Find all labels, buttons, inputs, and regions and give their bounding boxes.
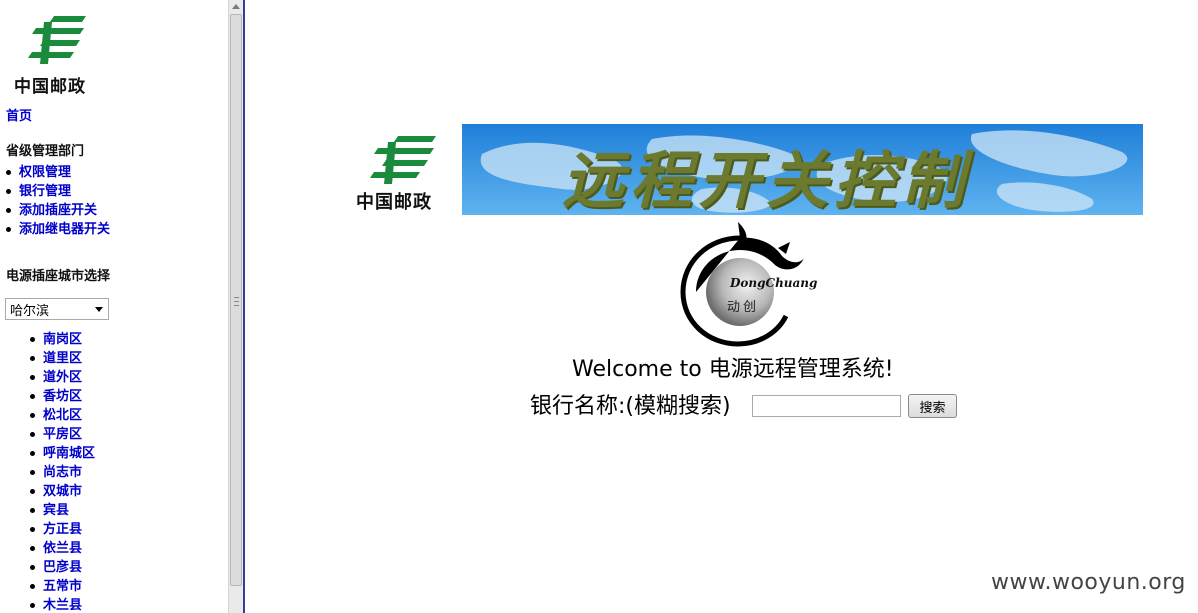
city-section-title: 电源插座城市选择 <box>6 269 111 284</box>
district-link[interactable]: 道外区 <box>43 368 82 387</box>
bullet-icon <box>30 584 35 589</box>
district-link[interactable]: 香坊区 <box>43 387 82 406</box>
logo-text: 中国邮政 <box>14 77 86 97</box>
district-link[interactable]: 松北区 <box>43 406 82 425</box>
bullet-icon <box>30 413 35 418</box>
bullet-icon <box>30 489 35 494</box>
bullet-icon <box>30 394 35 399</box>
district-link[interactable]: 道里区 <box>43 349 82 368</box>
add-relay-switch-link[interactable]: 添加继电器开关 <box>19 220 110 239</box>
welcome-heading: Welcome to 电源远程管理系统! <box>572 357 894 382</box>
search-button[interactable]: 搜索 <box>908 394 957 418</box>
district-item: 香坊区 <box>30 387 95 406</box>
district-item: 道外区 <box>30 368 95 387</box>
district-link[interactable]: 巴彦县 <box>43 558 82 577</box>
district-link[interactable]: 五常市 <box>43 577 82 596</box>
district-item: 依兰县 <box>30 539 95 558</box>
city-select[interactable]: 哈尔滨 <box>5 298 109 320</box>
brand-name-cn: 动创 <box>727 300 760 315</box>
bank-management-link[interactable]: 银行管理 <box>19 182 71 201</box>
admin-menu-item: 银行管理 <box>6 182 110 201</box>
banner-image: 远程开关控制 <box>462 124 1143 215</box>
admin-menu-item: 权限管理 <box>6 163 110 182</box>
grip-icon <box>234 297 239 306</box>
frame-divider[interactable] <box>243 0 248 613</box>
district-link[interactable]: 方正县 <box>43 520 82 539</box>
bank-search-input[interactable] <box>752 395 901 417</box>
district-list: 南岗区 道里区 道外区 香坊区 松北区 平房区 呼南城区 尚志市 双城市 宾县 … <box>30 330 95 613</box>
district-item: 巴彦县 <box>30 558 95 577</box>
district-link[interactable]: 木兰县 <box>43 596 82 613</box>
district-item: 宾县 <box>30 501 95 520</box>
bullet-icon <box>30 565 35 570</box>
admin-menu-item: 添加继电器开关 <box>6 220 110 239</box>
district-link[interactable]: 双城市 <box>43 482 82 501</box>
bullet-icon <box>6 189 11 194</box>
district-item: 木兰县 <box>30 596 95 613</box>
banner-title: 远程开关控制 <box>562 144 971 215</box>
bullet-icon <box>30 356 35 361</box>
banner-logo-text: 中国邮政 <box>356 192 432 213</box>
district-link[interactable]: 宾县 <box>43 501 69 520</box>
admin-menu-item: 添加插座开关 <box>6 201 110 220</box>
bullet-icon <box>30 546 35 551</box>
district-item: 双城市 <box>30 482 95 501</box>
district-item: 南岗区 <box>30 330 95 349</box>
bullet-icon <box>30 432 35 437</box>
district-item: 呼南城区 <box>30 444 95 463</box>
home-link[interactable]: 首页 <box>6 105 32 124</box>
district-item: 尚志市 <box>30 463 95 482</box>
bullet-icon <box>30 337 35 342</box>
bullet-icon <box>30 527 35 532</box>
district-item: 方正县 <box>30 520 95 539</box>
city-select-value: 哈尔滨 <box>10 303 50 319</box>
bullet-icon <box>30 470 35 475</box>
left-nav-frame: 中国邮政 首页 省级管理部门 权限管理 银行管理 添加插座开关 添加继电器开关 … <box>0 0 228 613</box>
district-link[interactable]: 尚志市 <box>43 463 82 482</box>
bank-search-label: 银行名称:(模糊搜索) <box>530 394 731 419</box>
district-item: 道里区 <box>30 349 95 368</box>
district-link[interactable]: 依兰县 <box>43 539 82 558</box>
district-item: 松北区 <box>30 406 95 425</box>
brand-name-en: DongChuang <box>730 276 818 290</box>
district-link[interactable]: 南岗区 <box>43 330 82 349</box>
bullet-icon <box>6 208 11 213</box>
admin-section-title: 省级管理部门 <box>6 144 85 159</box>
bullet-icon <box>30 375 35 380</box>
bullet-icon <box>30 451 35 456</box>
chevron-down-icon <box>95 307 103 312</box>
watermark-text: www.wooyun.org <box>991 570 1186 595</box>
district-link[interactable]: 呼南城区 <box>43 444 95 463</box>
bullet-icon <box>30 603 35 608</box>
bullet-icon <box>6 170 11 175</box>
scrollbar-thumb[interactable] <box>230 14 242 586</box>
bullet-icon <box>6 227 11 232</box>
district-item: 五常市 <box>30 577 95 596</box>
left-frame-scrollbar[interactable] <box>228 0 243 613</box>
add-socket-switch-link[interactable]: 添加插座开关 <box>19 201 97 220</box>
admin-menu: 权限管理 银行管理 添加插座开关 添加继电器开关 <box>6 163 110 239</box>
district-item: 平房区 <box>30 425 95 444</box>
permission-management-link[interactable]: 权限管理 <box>19 163 71 182</box>
bullet-icon <box>30 508 35 513</box>
scroll-up-arrow-icon[interactable] <box>231 0 242 14</box>
browser-frameset: 中国邮政 首页 省级管理部门 权限管理 银行管理 添加插座开关 添加继电器开关 … <box>0 0 1198 613</box>
district-link[interactable]: 平房区 <box>43 425 82 444</box>
